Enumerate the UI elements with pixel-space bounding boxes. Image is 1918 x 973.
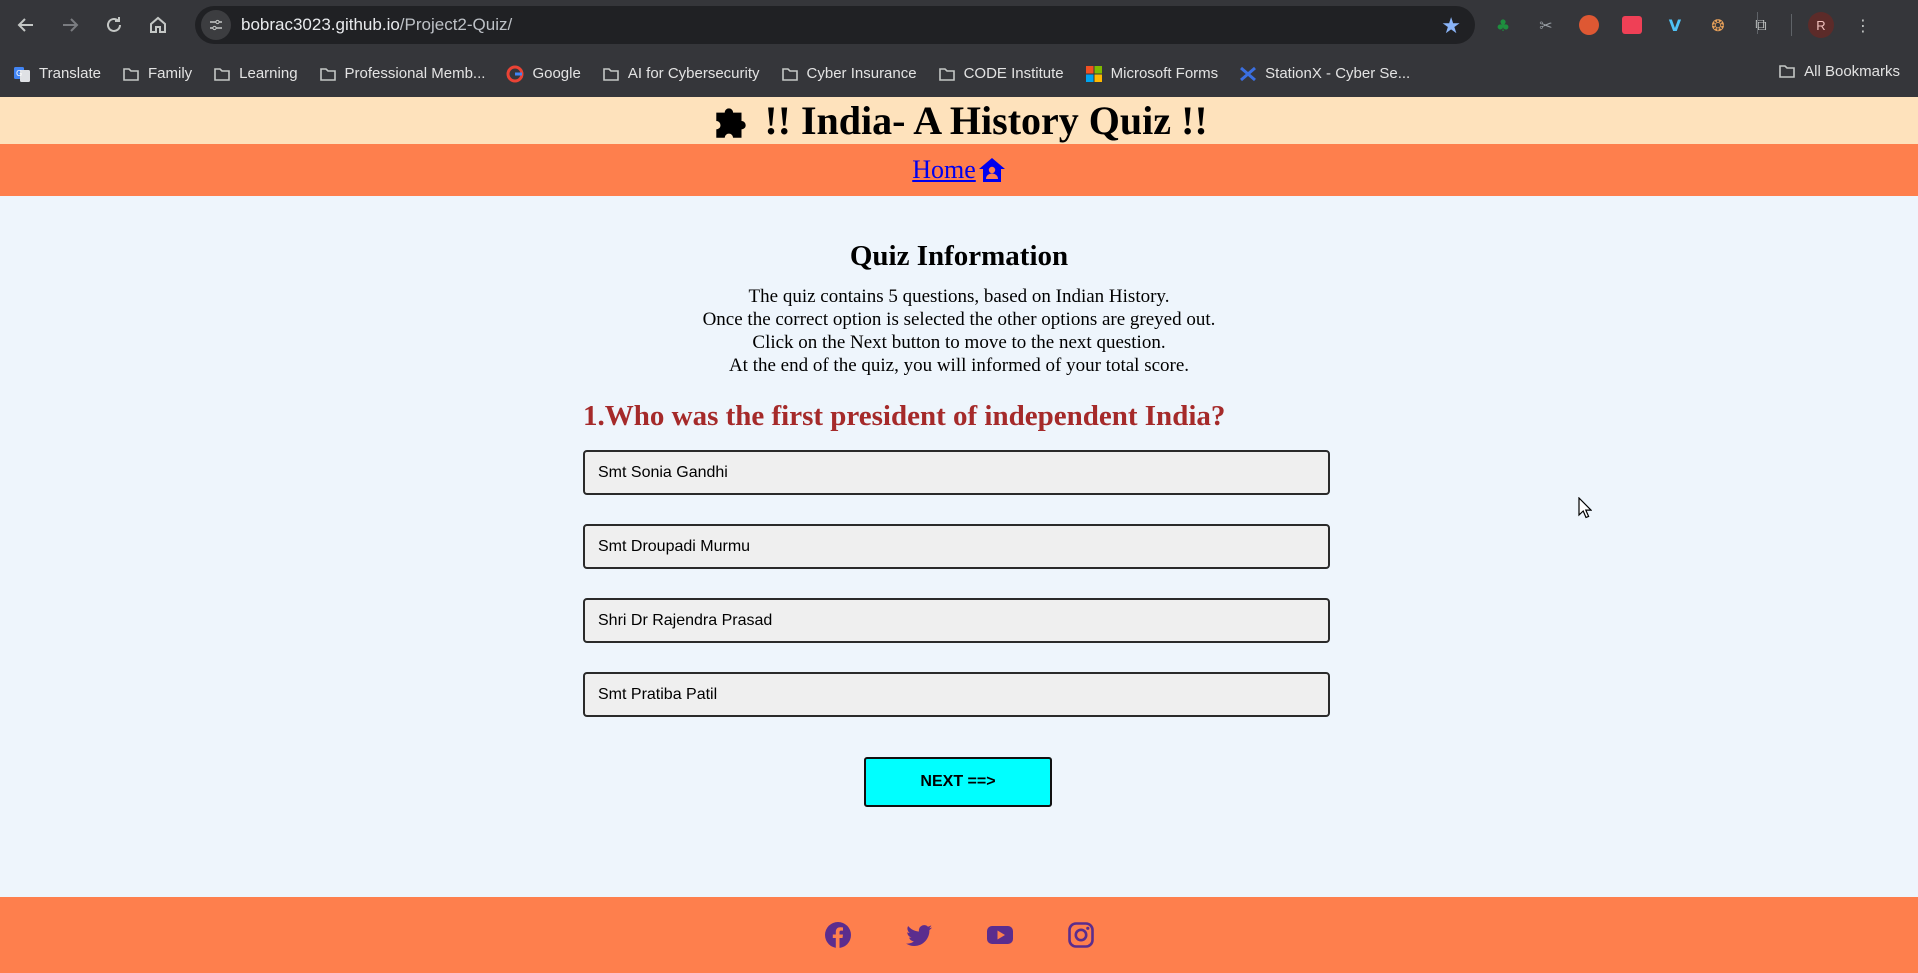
- info-line: Once the correct option is selected the …: [702, 309, 1216, 330]
- reload-icon: [107, 17, 121, 32]
- youtube-icon[interactable]: [985, 921, 1014, 950]
- answer-option-2[interactable]: Smt Droupadi Murmu: [583, 524, 1330, 569]
- bookmark-label: CODE Institute: [963, 65, 1064, 82]
- house-icon: [150, 16, 166, 33]
- bookmark-label: Google: [532, 65, 581, 82]
- site-title-text: !! India- A History Quiz !!: [764, 98, 1208, 143]
- menu-dots-icon[interactable]: ⋮: [1850, 12, 1876, 38]
- mouse-cursor-icon: [1578, 497, 1592, 519]
- bookmark-item[interactable]: Cyber Insurance: [781, 65, 917, 83]
- profile-avatar[interactable]: R: [1808, 12, 1834, 38]
- quiz-information-title: Quiz Information: [849, 240, 1069, 272]
- all-bookmarks-label: All Bookmarks: [1804, 62, 1900, 80]
- facebook-icon[interactable]: [823, 921, 852, 950]
- bookmark-label: AI for Cybersecurity: [627, 65, 760, 82]
- bookmark-item[interactable]: Microsoft Forms: [1085, 65, 1219, 83]
- bookmark-item[interactable]: Family: [122, 65, 192, 83]
- translate-icon: G: [13, 65, 31, 83]
- bookmarks-bar: G Translate Family Learning Professional Mem…: [0, 50, 1918, 98]
- green-extension-icon[interactable]: ♣: [1490, 12, 1516, 38]
- answer-option-4[interactable]: Smt Pratiba Patil: [583, 672, 1330, 717]
- back-button[interactable]: [8, 7, 44, 43]
- stationx-icon: [1239, 65, 1257, 83]
- cookie-extension-icon[interactable]: ❂: [1705, 12, 1731, 38]
- info-line: Click on the Next button to move to the …: [752, 332, 1166, 353]
- url-host: bobrac3023.github.io: [241, 15, 400, 34]
- svg-text:G: G: [16, 69, 22, 78]
- back-arrow-icon: [17, 18, 33, 32]
- v-extension-icon[interactable]: V: [1662, 12, 1688, 38]
- bookmark-item[interactable]: Learning: [213, 65, 298, 83]
- extensions-bar: ♣ ✂ V ❂ ⧉ R ⋮: [1490, 10, 1893, 40]
- bookmark-label: Translate: [39, 65, 101, 82]
- answer-option-3[interactable]: Shri Dr Rajendra Prasad: [583, 598, 1330, 643]
- bookmark-label: Family: [147, 65, 193, 82]
- duckduckgo-extension-icon[interactable]: [1576, 12, 1602, 38]
- site-settings-icon[interactable]: [201, 10, 231, 40]
- bookmark-item[interactable]: AI for Cybersecurity: [602, 65, 760, 83]
- bookmark-label: Cyber Insurance: [806, 65, 917, 82]
- forward-button[interactable]: [52, 7, 88, 43]
- folder-icon: [122, 65, 140, 83]
- forward-arrow-icon: [63, 18, 79, 32]
- bookmark-item[interactable]: Professional Memb...: [319, 65, 486, 83]
- url-text[interactable]: bobrac3023.github.io/Project2-Quiz/: [241, 15, 512, 35]
- folder-icon: [1778, 62, 1796, 80]
- address-bar[interactable]: bobrac3023.github.io/Project2-Quiz/ ★: [195, 6, 1475, 44]
- all-bookmarks-button[interactable]: All Bookmarks: [1778, 62, 1900, 80]
- folder-icon: [213, 65, 231, 83]
- info-line: The quiz contains 5 questions, based on …: [748, 286, 1170, 307]
- folder-icon: [602, 65, 620, 83]
- bookmarks-divider: [1757, 12, 1758, 34]
- bookmark-label: Microsoft Forms: [1110, 65, 1219, 82]
- bookmark-item[interactable]: CODE Institute: [938, 65, 1064, 83]
- puzzle-piece-icon: [716, 107, 747, 138]
- twitter-icon[interactable]: [904, 921, 933, 950]
- instagram-icon[interactable]: [1066, 921, 1095, 950]
- site-title: !! India- A History Quiz !!: [710, 97, 1208, 144]
- site-header: !! India- A History Quiz !!: [0, 97, 1918, 144]
- site-footer: [0, 897, 1918, 973]
- home-button[interactable]: [140, 7, 176, 43]
- house-user-icon[interactable]: [978, 156, 1006, 184]
- url-path: /Project2-Quiz/: [399, 15, 513, 34]
- microsoft-icon: [1085, 65, 1103, 83]
- info-line: At the end of the quiz, you will informe…: [728, 355, 1190, 376]
- extensions-puzzle-icon[interactable]: ⧉: [1748, 12, 1774, 38]
- browser-toolbar: bobrac3023.github.io/Project2-Quiz/ ★ ♣ …: [0, 0, 1918, 50]
- folder-icon: [319, 65, 337, 83]
- quiz-information-section: Quiz Information The quiz contains 5 que…: [0, 240, 1918, 377]
- bookmark-item[interactable]: G Translate: [13, 65, 101, 83]
- bookmark-star-icon[interactable]: ★: [1441, 14, 1461, 39]
- reload-button[interactable]: [96, 7, 132, 43]
- scissors-extension-icon[interactable]: ✂: [1533, 12, 1559, 38]
- answer-option-1[interactable]: Smt Sonia Gandhi: [583, 450, 1330, 495]
- toolbar-divider: [1791, 14, 1792, 36]
- bookmark-item[interactable]: Google: [506, 65, 581, 83]
- bookmark-label: StationX - Cyber Se...: [1265, 65, 1411, 82]
- bookmark-item[interactable]: StationX - Cyber Se...: [1239, 65, 1410, 83]
- folder-icon: [938, 65, 956, 83]
- home-link[interactable]: Home: [912, 155, 976, 185]
- bookmark-label: Learning: [239, 65, 298, 82]
- nav-bar: Home: [0, 144, 1918, 196]
- google-icon: [506, 65, 524, 83]
- bookmark-label: Professional Memb...: [344, 65, 486, 82]
- next-button[interactable]: NEXT ==>: [864, 757, 1052, 807]
- folder-icon: [781, 65, 799, 83]
- question-text: 1.Who was the first president of indepen…: [583, 400, 1226, 432]
- pocket-extension-icon[interactable]: [1619, 12, 1645, 38]
